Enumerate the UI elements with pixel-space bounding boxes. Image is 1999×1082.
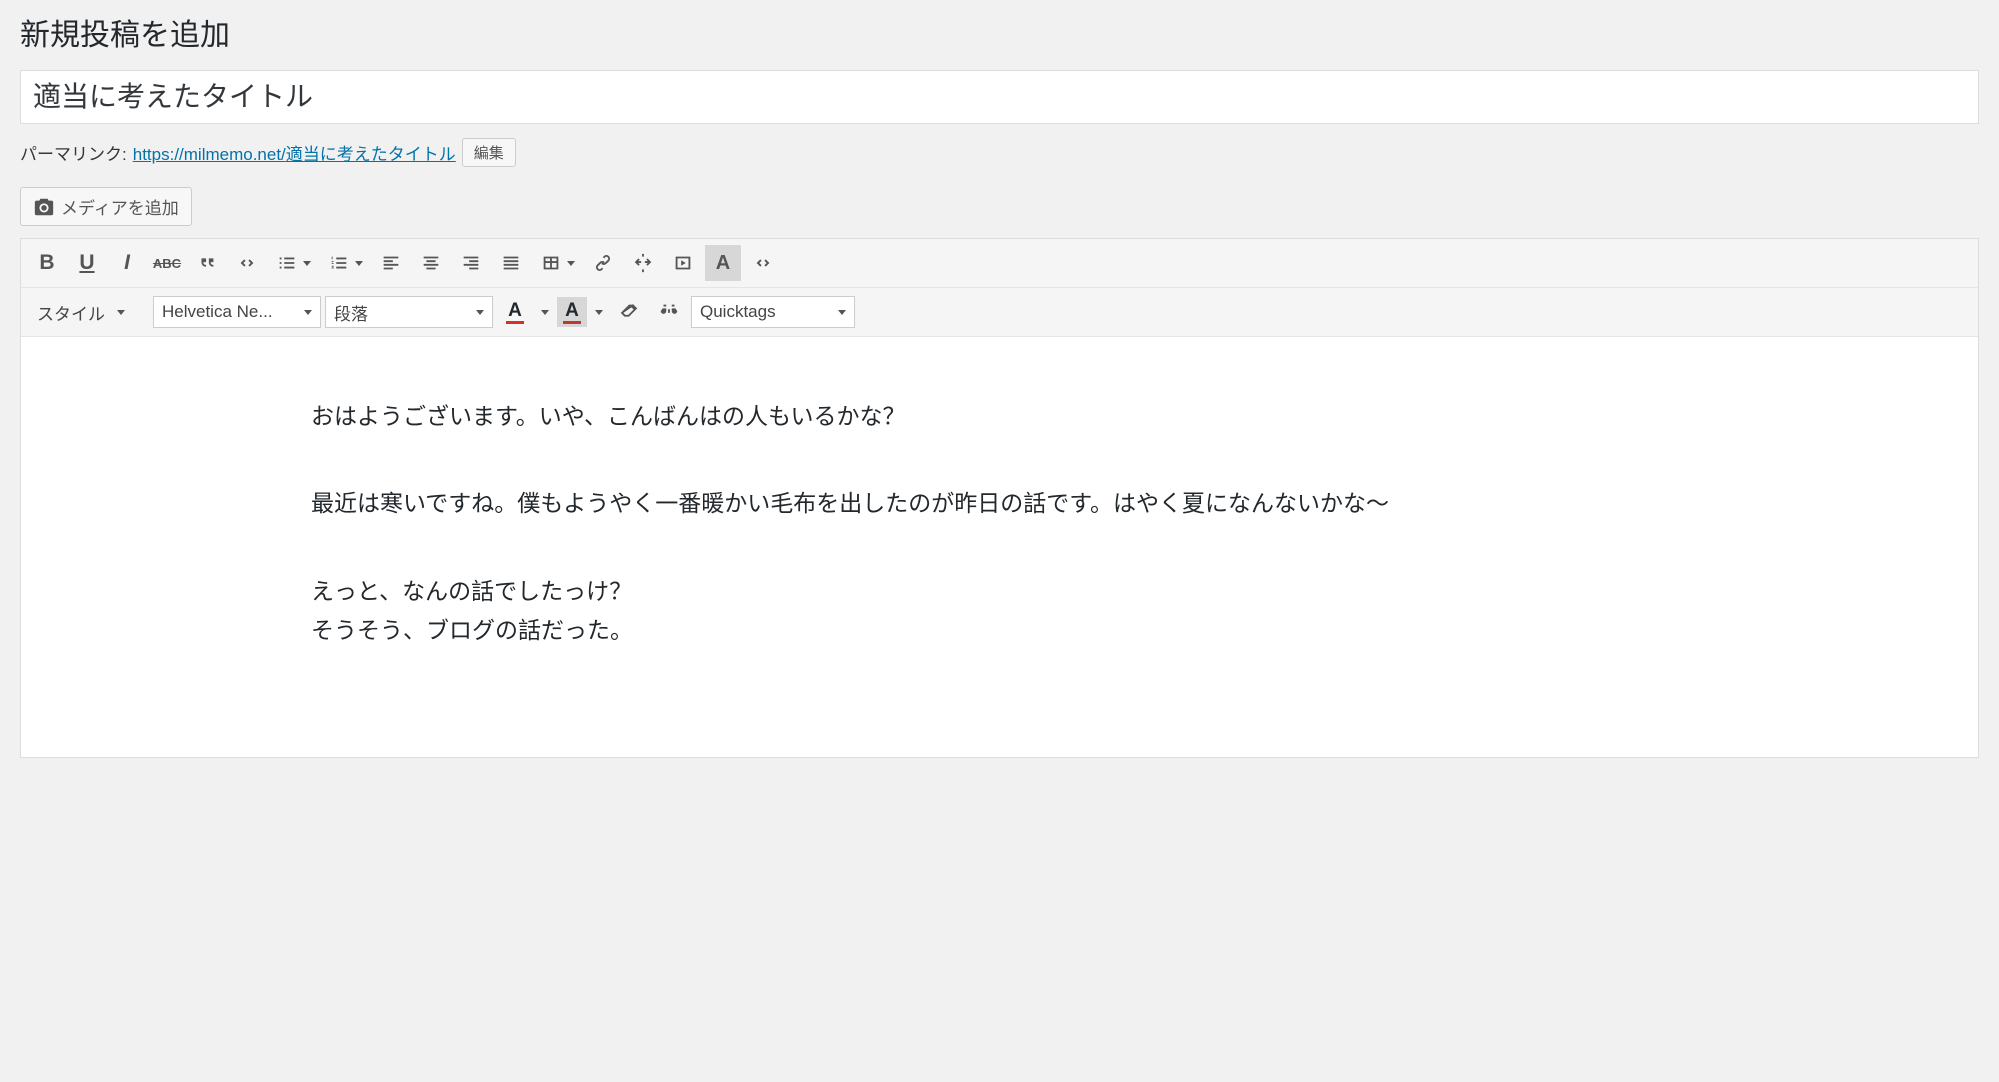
underline-button[interactable]: U (69, 245, 105, 281)
permalink-base-link[interactable]: https://milmemo.net/ (133, 145, 286, 164)
clear-format-button[interactable] (611, 294, 647, 330)
source-code-button[interactable] (745, 245, 781, 281)
bullet-list-button[interactable] (269, 245, 317, 281)
unlink-icon (632, 252, 654, 274)
style-select-label: スタイル (37, 300, 105, 325)
table-button[interactable] (533, 245, 581, 281)
link-button[interactable] (585, 245, 621, 281)
add-media-button[interactable]: メディアを追加 (20, 187, 192, 226)
italic-button[interactable]: I (109, 245, 145, 281)
align-justify-icon (500, 252, 522, 274)
content-paragraph: 最近は寒いですね。僕もようやく一番暖かい毛布を出したのが昨日の話です。はやく夏に… (311, 484, 1688, 523)
find-replace-button[interactable] (651, 294, 687, 330)
source-code-icon (752, 252, 774, 274)
blockquote-button[interactable] (189, 245, 225, 281)
edit-permalink-button[interactable]: 編集 (462, 138, 516, 167)
numbered-list-button[interactable] (321, 245, 369, 281)
content-paragraph: おはようございます。いや、こんばんはの人もいるかな？ (311, 397, 1688, 436)
permalink-slug[interactable]: 適当に考えたタイトル (286, 145, 456, 164)
bullet-list-icon (276, 252, 298, 274)
code-button[interactable] (229, 245, 265, 281)
quicktags-select[interactable]: Quicktags (691, 296, 855, 328)
quote-icon (196, 252, 218, 274)
code-icon (236, 252, 258, 274)
highlight-color-button[interactable]: A (557, 294, 607, 330)
content-editor[interactable]: おはようございます。いや、こんばんはの人もいるかな？ 最近は寒いですね。僕もよう… (21, 337, 1978, 757)
permalink-row: パーマリンク: https://milmemo.net/適当に考えたタイトル 編… (20, 138, 1979, 167)
editor: B U I ABC A スタイル Helvetica N (20, 238, 1979, 758)
text-style-a-button[interactable]: A (705, 245, 741, 281)
page-title: 新規投稿を追加 (20, 10, 1979, 54)
align-right-button[interactable] (453, 245, 489, 281)
align-left-icon (380, 252, 402, 274)
style-select[interactable]: スタイル (29, 296, 149, 328)
post-title-input[interactable] (20, 70, 1979, 124)
toolbar-row-1: B U I ABC A (21, 239, 1978, 288)
font-select-label: Helvetica Ne... (162, 302, 273, 322)
strikethrough-button[interactable]: ABC (149, 245, 185, 281)
eraser-icon (618, 301, 640, 323)
paragraph-select-label: 段落 (334, 300, 368, 325)
link-icon (592, 252, 614, 274)
video-button[interactable] (665, 245, 701, 281)
camera-icon (33, 196, 55, 218)
align-center-icon (420, 252, 442, 274)
bold-button[interactable]: B (29, 245, 65, 281)
toolbar-row-2: スタイル Helvetica Ne... 段落 A A Qui (21, 288, 1978, 337)
align-left-button[interactable] (373, 245, 409, 281)
align-right-icon (460, 252, 482, 274)
numbered-list-icon (328, 252, 350, 274)
permalink-label: パーマリンク: (20, 140, 127, 165)
align-justify-button[interactable] (493, 245, 529, 281)
binoculars-icon (658, 301, 680, 323)
align-center-button[interactable] (413, 245, 449, 281)
quicktags-label: Quicktags (700, 302, 776, 322)
content-paragraph: えっと、なんの話でしたっけ？そうそう、ブログの話だった。 (311, 572, 1688, 650)
add-media-label: メディアを追加 (61, 194, 179, 219)
table-icon (540, 252, 562, 274)
paragraph-select[interactable]: 段落 (325, 296, 493, 328)
font-select[interactable]: Helvetica Ne... (153, 296, 321, 328)
video-icon (672, 252, 694, 274)
text-color-button[interactable]: A (497, 294, 553, 330)
unlink-button[interactable] (625, 245, 661, 281)
